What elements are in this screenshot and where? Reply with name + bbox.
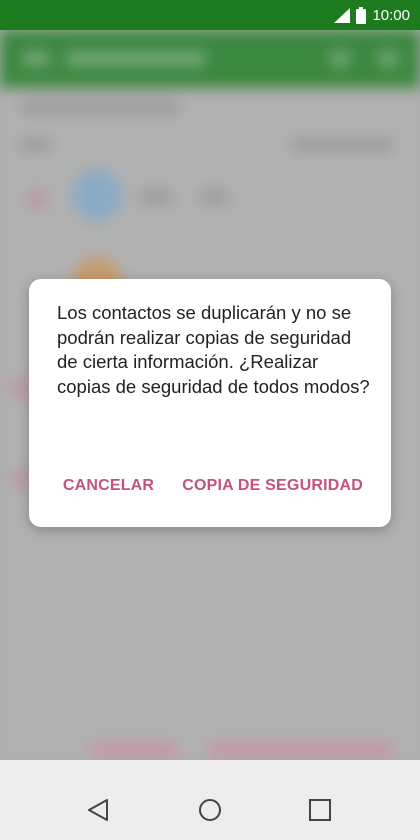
battery-icon xyxy=(356,6,367,24)
home-icon[interactable] xyxy=(190,790,230,830)
backup-confirm-dialog: Los contactos se duplicarán y no se podr… xyxy=(29,279,391,527)
dialog-message: Los contactos se duplicarán y no se podr… xyxy=(57,302,370,397)
navigation-bar xyxy=(0,760,420,840)
backup-button[interactable]: COPIA DE SEGURIDAD xyxy=(182,477,363,495)
recents-icon[interactable] xyxy=(300,790,340,830)
status-time: 10:00 xyxy=(372,6,410,24)
status-bar: 10:00 xyxy=(0,0,420,30)
dialog-actions: CANCELAR COPIA DE SEGURIDAD xyxy=(29,477,391,495)
screen: 10:00 Los contactos se duplicarán y no s… xyxy=(0,0,420,840)
signal-icon xyxy=(334,7,351,23)
cancel-button[interactable]: CANCELAR xyxy=(63,477,154,495)
back-icon[interactable] xyxy=(78,790,118,830)
